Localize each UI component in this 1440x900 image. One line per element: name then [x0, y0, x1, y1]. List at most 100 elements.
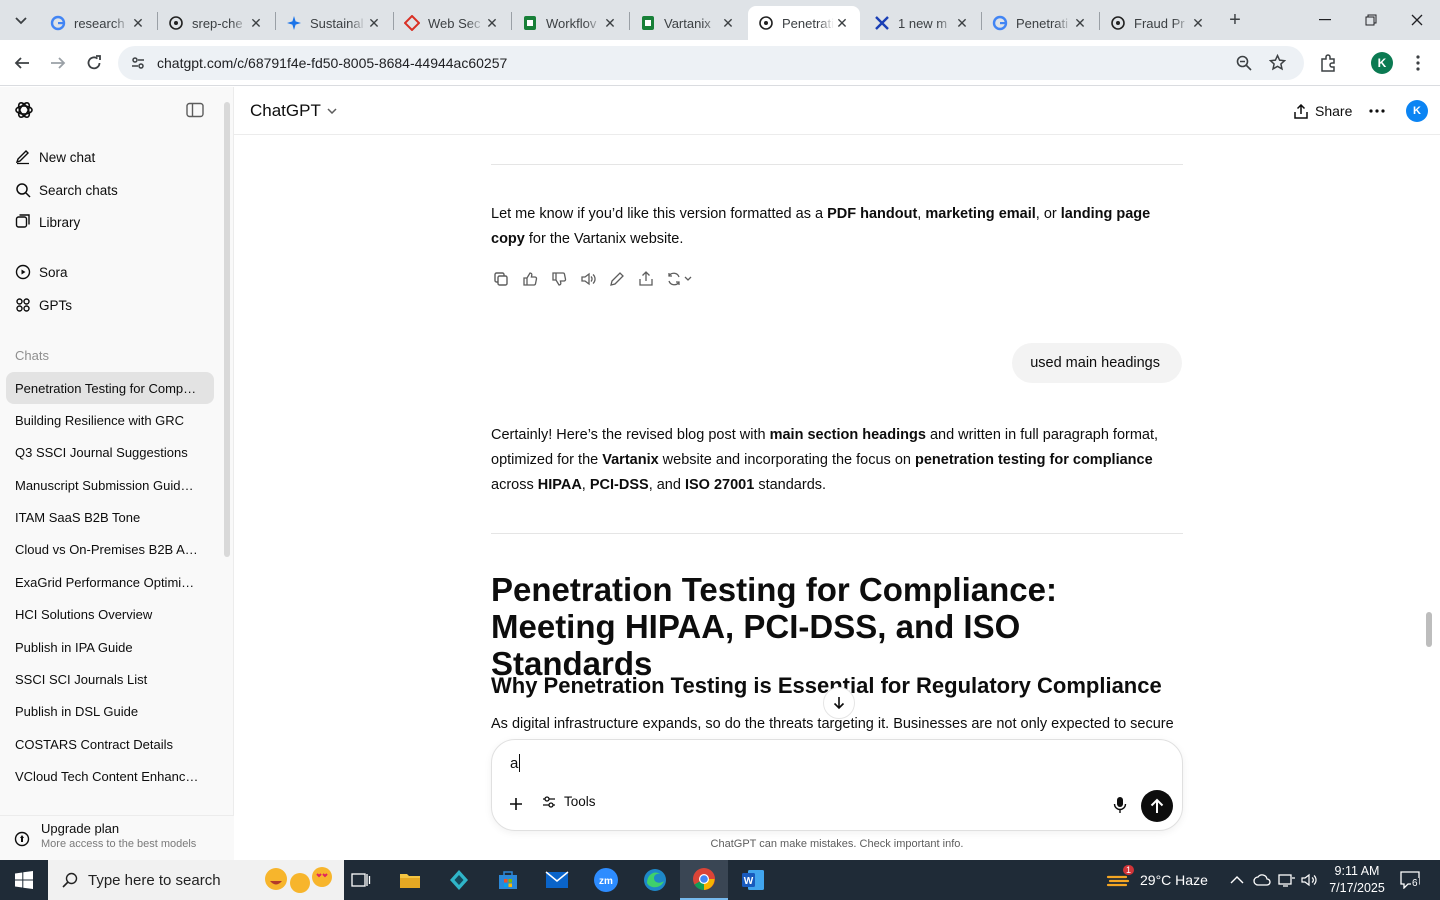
chat-item[interactable]: Q3 SSCI Journal Suggestions [6, 436, 214, 468]
browser-menu-icon[interactable] [1403, 48, 1433, 78]
edge-icon[interactable] [631, 860, 679, 900]
tab-search-button[interactable] [8, 8, 34, 34]
address-bar[interactable]: chatgpt.com/c/68791f4e-fd50-8005-8684-44… [118, 46, 1304, 80]
close-tab-icon[interactable]: ✕ [602, 15, 618, 31]
file-explorer-icon[interactable] [386, 860, 434, 900]
user-avatar[interactable]: K [1406, 100, 1428, 122]
copy-icon[interactable] [491, 269, 511, 289]
disclaimer: ChatGPT can make mistakes. Check importa… [710, 838, 964, 850]
sparkle-icon [286, 15, 302, 31]
zoom-icon[interactable] [1236, 55, 1252, 71]
chat-item[interactable]: Publish in IPA Guide [6, 631, 214, 663]
read-aloud-icon[interactable] [578, 269, 598, 289]
microphone-icon[interactable] [1113, 796, 1127, 814]
taskbar-search[interactable]: Type here to search [48, 860, 344, 900]
thumbs-down-icon[interactable] [549, 269, 569, 289]
chat-item[interactable]: COSTARS Contract Details [6, 728, 214, 760]
close-tab-icon[interactable]: ✕ [720, 15, 736, 31]
browser-tab[interactable]: research ✕ [40, 6, 156, 40]
upgrade-subtitle: More access to the best models [41, 838, 197, 850]
close-tab-icon[interactable]: ✕ [954, 15, 970, 31]
prompt-input[interactable]: a [510, 754, 521, 772]
word-icon[interactable]: W [729, 860, 777, 900]
mail-icon[interactable] [533, 860, 581, 900]
library-button[interactable]: Library [6, 206, 214, 238]
chat-item[interactable]: Publish in DSL Guide [6, 695, 214, 727]
browser-tab[interactable]: Sustainal ✕ [276, 6, 392, 40]
share-icon[interactable] [636, 269, 656, 289]
x-logo-icon [874, 15, 890, 31]
minimize-button[interactable] [1302, 0, 1348, 40]
sidebar-scrollbar[interactable] [224, 102, 230, 557]
chat-item[interactable]: VCloud Tech Content Enhance... [6, 760, 214, 792]
app-icon[interactable] [435, 860, 483, 900]
forward-button[interactable] [43, 48, 73, 78]
add-attachment-icon[interactable] [508, 796, 524, 812]
close-tab-icon[interactable]: ✕ [484, 15, 500, 31]
profile-avatar[interactable]: K [1367, 48, 1397, 78]
zoom-app-icon[interactable]: zm [582, 860, 630, 900]
send-button[interactable] [1141, 790, 1173, 822]
scroll-to-bottom-button[interactable] [823, 687, 855, 719]
browser-tab[interactable]: srep-che ✕ [158, 6, 274, 40]
chrome-icon[interactable] [680, 860, 728, 900]
more-options-icon[interactable] [1369, 99, 1385, 123]
main-scrollbar[interactable] [1426, 612, 1432, 647]
volume-icon[interactable] [1301, 860, 1319, 900]
chat-item[interactable]: Manuscript Submission Guideli... [6, 469, 214, 501]
gpts-button[interactable]: GPTs [6, 289, 214, 321]
chat-item[interactable]: SSCI SCI Journals List [6, 663, 214, 695]
sora-button[interactable]: Sora [6, 256, 214, 288]
new-chat-icon [15, 149, 31, 165]
regenerate-icon[interactable] [665, 269, 695, 289]
task-view-icon[interactable] [337, 860, 385, 900]
network-icon[interactable] [1278, 860, 1296, 900]
notification-center-icon[interactable]: 6 [1397, 860, 1423, 900]
edit-icon[interactable] [607, 269, 627, 289]
divider [491, 164, 1183, 165]
close-sidebar-icon[interactable] [186, 102, 204, 118]
close-tab-icon[interactable]: ✕ [1072, 15, 1088, 31]
site-info-icon[interactable] [130, 55, 146, 71]
bookmark-star-icon[interactable] [1269, 54, 1286, 71]
weather-widget[interactable]: 1 29°C Haze [1106, 860, 1208, 900]
browser-tab[interactable]: Penetrati ✕ [982, 6, 1098, 40]
start-button[interactable] [0, 860, 48, 900]
thumbs-up-icon[interactable] [520, 269, 540, 289]
close-window-button[interactable] [1394, 0, 1440, 40]
back-button[interactable] [7, 48, 37, 78]
chatgpt-logo-icon[interactable] [14, 100, 34, 120]
browser-tab[interactable]: Fraud Pr ✕ [1100, 6, 1216, 40]
new-chat-button[interactable]: New chat [6, 141, 214, 173]
search-chats-button[interactable]: Search chats [6, 174, 214, 206]
show-hidden-icons[interactable] [1230, 860, 1244, 900]
chat-item[interactable]: Building Resilience with GRC [6, 404, 214, 436]
cloud-sync-icon[interactable] [1253, 860, 1271, 900]
close-tab-icon[interactable]: ✕ [130, 15, 146, 31]
close-tab-icon[interactable]: ✕ [1190, 15, 1206, 31]
close-tab-icon[interactable]: ✕ [248, 15, 264, 31]
chat-item-active[interactable]: Penetration Testing for Compli... [6, 372, 214, 404]
browser-tab[interactable]: Vartanix ✕ [630, 6, 746, 40]
microsoft-store-icon[interactable] [484, 860, 532, 900]
chat-item[interactable]: HCI Solutions Overview [6, 598, 214, 630]
browser-tab[interactable]: 1 new m ✕ [864, 6, 980, 40]
chat-item[interactable]: Cloud vs On-Premises B2B Ana... [6, 533, 214, 565]
chat-item[interactable]: ExaGrid Performance Optimizat... [6, 566, 214, 598]
share-button[interactable]: Share [1294, 99, 1352, 123]
close-tab-icon[interactable]: ✕ [366, 15, 382, 31]
restore-button[interactable] [1348, 0, 1394, 40]
tools-button[interactable]: Tools [542, 794, 596, 809]
model-selector[interactable]: ChatGPT [250, 101, 337, 121]
browser-tab[interactable]: Workflov ✕ [512, 6, 628, 40]
browser-tab[interactable]: Web Sec ✕ [394, 6, 510, 40]
close-tab-icon[interactable]: ✕ [834, 15, 850, 31]
extensions-icon[interactable] [1313, 48, 1343, 78]
new-tab-button[interactable]: + [1222, 7, 1248, 33]
upgrade-plan-button[interactable]: Upgrade plan More access to the best mod… [0, 815, 234, 860]
chat-item[interactable]: ITAM SaaS B2B Tone [6, 501, 214, 533]
reload-button[interactable] [79, 48, 109, 78]
article-heading: Penetration Testing for Compliance: Meet… [491, 571, 1057, 682]
clock[interactable]: 9:11 AM 7/17/2025 [1326, 860, 1388, 900]
browser-tab-active[interactable]: Penetrati ✕ [748, 6, 860, 40]
